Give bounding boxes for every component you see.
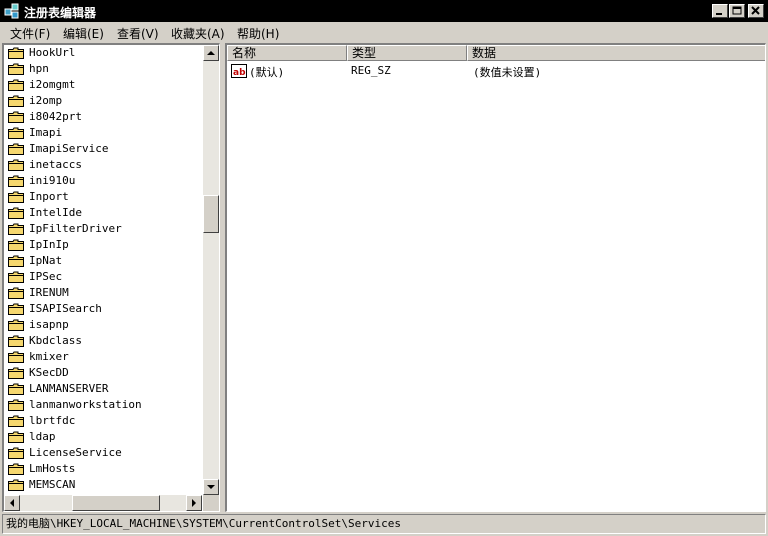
tree-vertical-scrollbar[interactable]: [203, 45, 219, 495]
tree-item-label: ini910u: [29, 174, 76, 187]
folder-icon: [8, 79, 24, 91]
folder-icon: [8, 63, 24, 75]
folder-icon: [8, 335, 24, 347]
tree-item-label: LANMANSERVER: [29, 382, 109, 395]
scroll-corner: [203, 495, 219, 511]
folder-icon: [8, 383, 24, 395]
column-header-name[interactable]: 名称: [227, 45, 347, 61]
menu-view[interactable]: 查看(V): [117, 25, 159, 42]
status-bar: 我的电脑\HKEY_LOCAL_MACHINE\SYSTEM\CurrentCo…: [2, 514, 766, 534]
menu-bar: 文件(F) 编辑(E) 查看(V) 收藏夹(A) 帮助(H): [0, 22, 768, 42]
folder-icon: [8, 447, 24, 459]
tree-item-label: HookUrl: [29, 46, 76, 59]
tree-item-label: Kbdclass: [29, 334, 82, 347]
folder-icon: [8, 431, 24, 443]
folder-icon: [8, 143, 24, 155]
folder-icon: [8, 415, 24, 427]
folder-icon: [8, 319, 24, 331]
folder-icon: [8, 207, 24, 219]
maximize-icon: [732, 6, 742, 15]
folder-icon: [8, 271, 24, 283]
close-button[interactable]: [748, 4, 764, 18]
tree-item-label: i8042prt: [29, 110, 82, 123]
scroll-left-button[interactable]: [4, 495, 20, 511]
tree-item-label: Inport: [29, 190, 69, 203]
column-header-data[interactable]: 数据: [467, 45, 765, 61]
folder-icon: [8, 255, 24, 267]
tree-item-label: i2omgmt: [29, 78, 76, 91]
arrow-down-icon: [207, 485, 215, 489]
tree-item-label: LmHosts: [29, 462, 76, 475]
folder-icon: [8, 367, 24, 379]
tree-item-label: ImapiService: [29, 142, 109, 155]
tree-item-label: ldap: [29, 430, 56, 443]
tree-item-label: MEMSCAN: [29, 478, 76, 491]
scroll-down-button[interactable]: [203, 479, 219, 495]
menu-edit[interactable]: 编辑(E): [63, 25, 104, 42]
folder-icon: [8, 287, 24, 299]
folder-icon: [8, 175, 24, 187]
value-type: REG_SZ: [351, 64, 391, 77]
value-list[interactable]: 名称 类型 数据 ab (默认) REG_SZ (数值未设置): [225, 43, 766, 512]
menu-file[interactable]: 文件(F): [10, 25, 50, 42]
tree-item-label: lanmanworkstation: [29, 398, 142, 411]
folder-icon: [8, 223, 24, 235]
window-title: 注册表编辑器: [24, 6, 97, 20]
folder-icon: [8, 303, 24, 315]
tree-item-label: IpNat: [29, 254, 63, 267]
tree-item-label: IpInIp: [29, 238, 69, 251]
folder-icon: [8, 479, 24, 491]
tree-item-label: isapnp: [29, 318, 69, 331]
folder-icon: [8, 463, 24, 475]
folder-icon: [8, 127, 24, 139]
tree-item-label: kmixer: [29, 350, 69, 363]
value-row[interactable]: ab (默认) REG_SZ (数值未设置): [227, 63, 765, 79]
maximize-button[interactable]: [729, 4, 745, 18]
folder-icon: [8, 111, 24, 123]
menu-help[interactable]: 帮助(H): [237, 25, 279, 42]
hscroll-thumb[interactable]: [72, 495, 160, 511]
tree-item-label: KSecDD: [29, 366, 69, 379]
scroll-right-button[interactable]: [186, 495, 202, 511]
tree-item-label: IRENUM: [29, 286, 69, 299]
tree-item-label: IPSec: [29, 270, 63, 283]
arrow-left-icon: [10, 499, 14, 507]
menu-favorites[interactable]: 收藏夹(A): [171, 25, 225, 42]
minimize-icon: [716, 13, 722, 15]
value-data: (数值未设置): [473, 66, 542, 79]
column-header-type[interactable]: 类型: [347, 45, 467, 61]
arrow-right-icon: [192, 499, 196, 507]
close-icon: [751, 6, 760, 15]
scroll-thumb[interactable]: [203, 195, 219, 233]
folder-icon: [8, 191, 24, 203]
folder-icon: [8, 351, 24, 363]
svg-text:ab: ab: [233, 68, 246, 78]
minimize-button[interactable]: [712, 4, 728, 18]
folder-icon: [8, 159, 24, 171]
tree-item-label: LicenseService: [29, 446, 122, 459]
regedit-icon: [4, 3, 19, 19]
status-path: 我的电脑\HKEY_LOCAL_MACHINE\SYSTEM\CurrentCo…: [6, 517, 401, 530]
title-bar: 注册表编辑器: [0, 0, 768, 22]
tree-item-label: Imapi: [29, 126, 63, 139]
tree-item-label: lbrtfdc: [29, 414, 76, 427]
tree-item-label: IntelIde: [29, 206, 82, 219]
tree-item-label: ISAPISearch: [29, 302, 102, 315]
value-name: (默认): [249, 66, 285, 79]
folder-icon: [8, 399, 24, 411]
folder-icon: [8, 47, 24, 59]
tree-item-label: IpFilterDriver: [29, 222, 122, 235]
key-tree[interactable]: HookUrl hpn i2omgmt i2omp i8042prt Imapi Imapi…: [2, 43, 220, 512]
tree-horizontal-scrollbar[interactable]: [4, 495, 202, 511]
scroll-up-button[interactable]: [203, 45, 219, 61]
arrow-up-icon: [207, 51, 215, 55]
tree-item-label: i2omp: [29, 94, 63, 107]
tree-item-label: hpn: [29, 62, 49, 75]
tree-item-label: inetaccs: [29, 158, 82, 171]
string-value-icon: ab: [231, 64, 247, 78]
folder-icon: [8, 239, 24, 251]
folder-icon: [8, 95, 24, 107]
